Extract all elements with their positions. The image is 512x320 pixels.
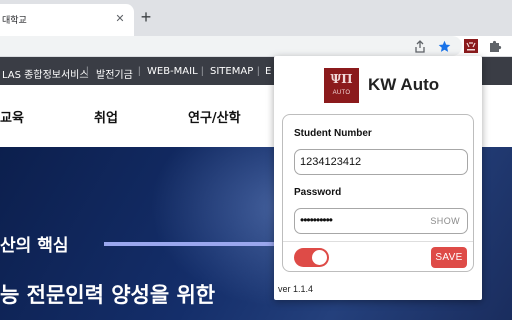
menu-item-research[interactable]: 연구/산학 bbox=[188, 107, 241, 126]
logo-emblem: ΨΠ bbox=[330, 72, 353, 86]
version-label: ver 1.1.4 bbox=[278, 284, 314, 294]
save-button[interactable]: SAVE bbox=[431, 247, 467, 268]
share-icon[interactable] bbox=[412, 38, 428, 54]
login-form-card: Student Number 1234123412 Password •••••… bbox=[282, 114, 474, 272]
tab-close-icon[interactable]: ✕ bbox=[113, 12, 127, 26]
bookmark-star-icon[interactable] bbox=[436, 38, 452, 54]
nav-separator: | bbox=[138, 66, 141, 77]
browser-tab-strip: 대학교 ✕ + bbox=[0, 0, 512, 36]
password-input[interactable]: •••••••••• SHOW bbox=[294, 208, 468, 234]
hero-heading-line1: 산의 핵심 bbox=[0, 236, 69, 256]
tab-title: 대학교 bbox=[2, 16, 27, 26]
student-number-input[interactable]: 1234123412 bbox=[294, 149, 468, 175]
password-masked-value: •••••••••• bbox=[300, 213, 333, 227]
popup-title: KW Auto bbox=[368, 75, 440, 94]
puzzle-extensions-icon[interactable] bbox=[487, 38, 503, 54]
menu-item-employment[interactable]: 취업 bbox=[94, 107, 118, 126]
extension-logo-icon[interactable] bbox=[463, 38, 479, 54]
nav-separator: | bbox=[257, 66, 260, 77]
logo-caption: AUTO bbox=[332, 90, 351, 96]
student-number-label: Student Number bbox=[294, 128, 372, 139]
nav-link-fund[interactable]: 발전기금 bbox=[96, 66, 133, 81]
show-password-button[interactable]: SHOW bbox=[430, 216, 460, 226]
nav-link-webmail[interactable]: WEB-MAIL bbox=[147, 66, 198, 77]
nav-link-sitemap[interactable]: SITEMAP bbox=[210, 66, 253, 77]
auto-login-toggle[interactable] bbox=[294, 248, 329, 267]
browser-tab[interactable]: 대학교 ✕ bbox=[0, 4, 134, 36]
new-tab-button[interactable]: + bbox=[137, 7, 155, 27]
menu-item-education[interactable]: 교육 bbox=[0, 107, 24, 126]
toggle-knob bbox=[312, 250, 327, 265]
password-label: Password bbox=[294, 187, 342, 198]
nav-separator: | bbox=[201, 66, 204, 77]
kw-auto-logo: ΨΠ AUTO bbox=[324, 68, 359, 103]
extension-popup: ΨΠ AUTO KW Auto Student Number 123412341… bbox=[274, 56, 482, 300]
browser-toolbar bbox=[0, 36, 512, 56]
hero-heading-line2: 능 전문인력 양성을 위한 bbox=[0, 283, 216, 307]
nav-link-e[interactable]: E bbox=[265, 66, 271, 77]
address-bar[interactable] bbox=[0, 36, 462, 56]
nav-link-las[interactable]: LAS 종합정보서비스 bbox=[2, 66, 89, 81]
hero-accent-bar bbox=[104, 242, 280, 246]
nav-separator: | bbox=[86, 66, 89, 77]
form-divider bbox=[283, 241, 473, 242]
student-number-value: 1234123412 bbox=[300, 156, 362, 168]
